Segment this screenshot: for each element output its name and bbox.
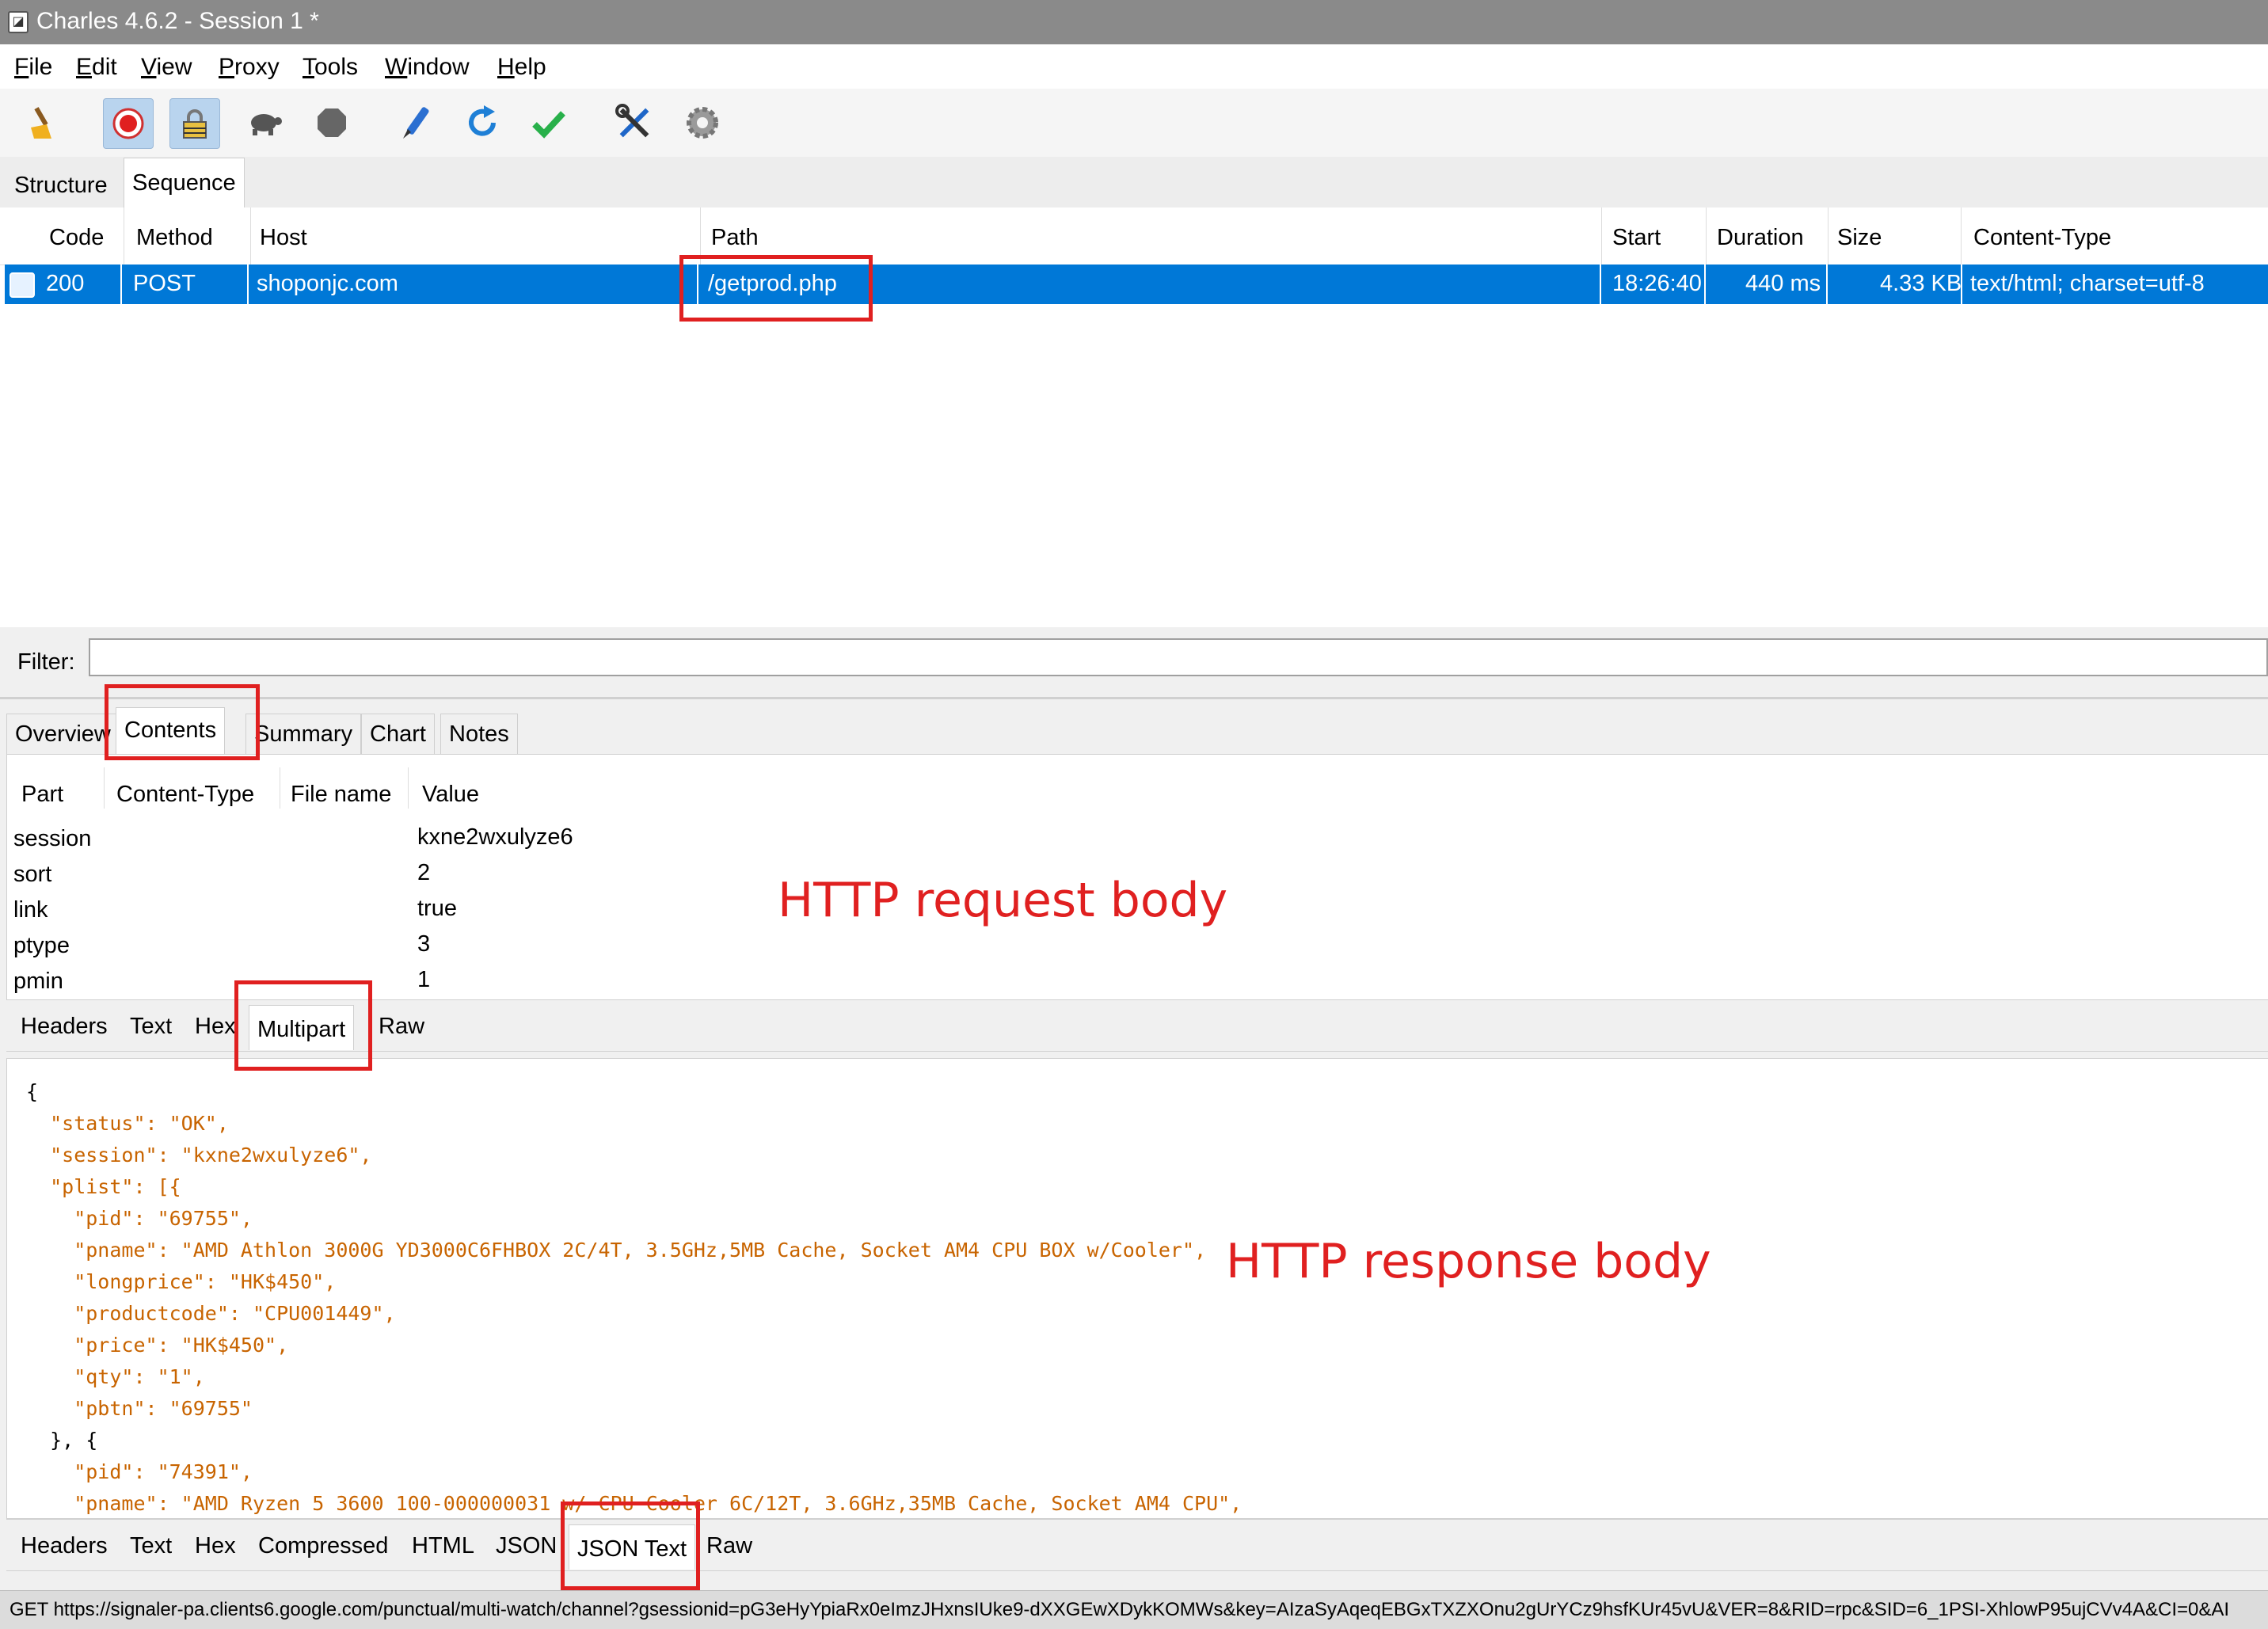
status-text: GET https://signaler-pa.clients6.google.… [10,1599,2230,1620]
col-host[interactable]: Host [260,225,307,251]
toolbar [0,89,2268,158]
col-mp-content-type[interactable]: Content-Type [116,782,254,808]
cell-code: 200 [46,271,85,296]
menu-bar: File Edit View Proxy Tools Window Help [0,44,2268,89]
menu-proxy[interactable]: Proxy [219,54,280,81]
breakpoint-icon[interactable] [307,98,356,147]
resp-tab-json[interactable]: JSON [488,1528,565,1564]
col-path[interactable]: Path [711,225,759,251]
cell-method: POST [133,271,196,296]
multipart-part: sort [13,862,52,887]
multipart-part: link [13,897,48,923]
cell-content-type: text/html; charset=utf-8 [1970,271,2205,296]
multipart-value: 2 [417,860,431,885]
multipart-part: session [13,826,92,851]
resp-tab-html[interactable]: HTML [404,1528,482,1564]
col-method[interactable]: Method [136,225,213,251]
col-code[interactable]: Code [49,225,104,251]
highlight-contents-tab [105,684,260,760]
detail-tabs: Overview Contents Summary Chart Notes [0,697,2268,756]
multipart-value: 1 [417,967,431,992]
req-tab-text[interactable]: Text [122,1008,180,1045]
ssl-proxy-icon[interactable] [169,98,220,149]
menu-edit[interactable]: Edit [76,54,117,81]
menu-window[interactable]: Window [385,54,470,81]
menu-view[interactable]: View [141,54,192,81]
resp-tab-text[interactable]: Text [122,1528,180,1564]
tab-structure[interactable]: Structure [6,163,116,207]
request-status-icon [10,272,35,298]
response-subtabs: Headers Text Hex Compressed HTML JSON JS… [6,1519,2268,1571]
annotation-response-body: HTTP response body [1226,1234,1711,1289]
broom-icon[interactable] [17,98,67,147]
view-tabs: Structure Sequence [0,157,2268,209]
resp-tab-headers[interactable]: Headers [13,1528,116,1564]
throttle-icon[interactable] [239,98,288,147]
multipart-value: kxne2wxulyze6 [417,824,573,850]
col-duration[interactable]: Duration [1717,225,1804,251]
settings-icon[interactable] [678,98,727,147]
record-icon[interactable] [103,98,154,149]
cell-size: 4.33 KB [1880,271,1962,296]
col-value[interactable]: Value [422,782,479,808]
app-icon: ◪ [8,11,29,33]
tab-chart[interactable]: Chart [361,714,435,754]
col-content-type[interactable]: Content-Type [1973,225,2111,251]
filter-label: Filter: [17,649,75,675]
sequence-table: Code Method Host Path Start Duration Siz… [0,207,2268,627]
highlight-multipart-tab [234,980,372,1071]
highlight-path [679,255,873,322]
tab-overview[interactable]: Overview [6,714,120,754]
col-start[interactable]: Start [1612,225,1661,251]
repeat-icon[interactable] [458,98,507,147]
annotation-request-body: HTTP request body [778,873,1228,928]
window-title: Charles 4.6.2 - Session 1 * [36,8,319,34]
menu-help[interactable]: Help [497,54,546,81]
table-row[interactable]: 200 POST shoponjc.com /getprod.php 18:26… [5,265,2268,304]
req-tab-raw[interactable]: Raw [371,1008,432,1045]
col-file-name[interactable]: File name [291,782,391,808]
json-text: { "status": "OK", "session": "kxne2wxuly… [26,1080,1242,1515]
compose-icon[interactable] [391,98,440,147]
multipart-value: true [417,896,457,921]
sequence-header: Code Method Host Path Start Duration Siz… [0,207,2268,265]
menu-tools[interactable]: Tools [303,54,358,81]
response-json-view[interactable]: { "status": "OK", "session": "kxne2wxuly… [6,1058,2268,1519]
multipart-part: pmin [13,969,63,994]
title-bar: ◪ Charles 4.6.2 - Session 1 * [0,0,2268,44]
req-tab-headers[interactable]: Headers [13,1008,116,1045]
validate-icon[interactable] [524,98,573,147]
filter-input[interactable] [89,638,2268,676]
multipart-value: 3 [417,931,431,957]
col-part[interactable]: Part [21,782,63,808]
resp-tab-compressed[interactable]: Compressed [250,1528,396,1564]
tab-summary[interactable]: Summary [245,714,362,754]
tools-icon[interactable] [610,98,659,147]
cell-start: 18:26:40 [1612,271,1702,296]
status-bar: GET https://signaler-pa.clients6.google.… [0,1590,2268,1629]
resp-tab-hex[interactable]: Hex [187,1528,244,1564]
menu-file[interactable]: File [14,54,52,81]
multipart-part: ptype [13,933,70,958]
highlight-json-text-tab [561,1501,700,1590]
resp-tab-raw[interactable]: Raw [698,1528,760,1564]
col-size[interactable]: Size [1837,225,1882,251]
filter-bar: Filter: [0,627,2268,697]
cell-host: shoponjc.com [257,271,398,296]
tab-notes[interactable]: Notes [440,714,518,754]
cell-duration: 440 ms [1745,271,1821,296]
tab-sequence[interactable]: Sequence [124,158,245,207]
